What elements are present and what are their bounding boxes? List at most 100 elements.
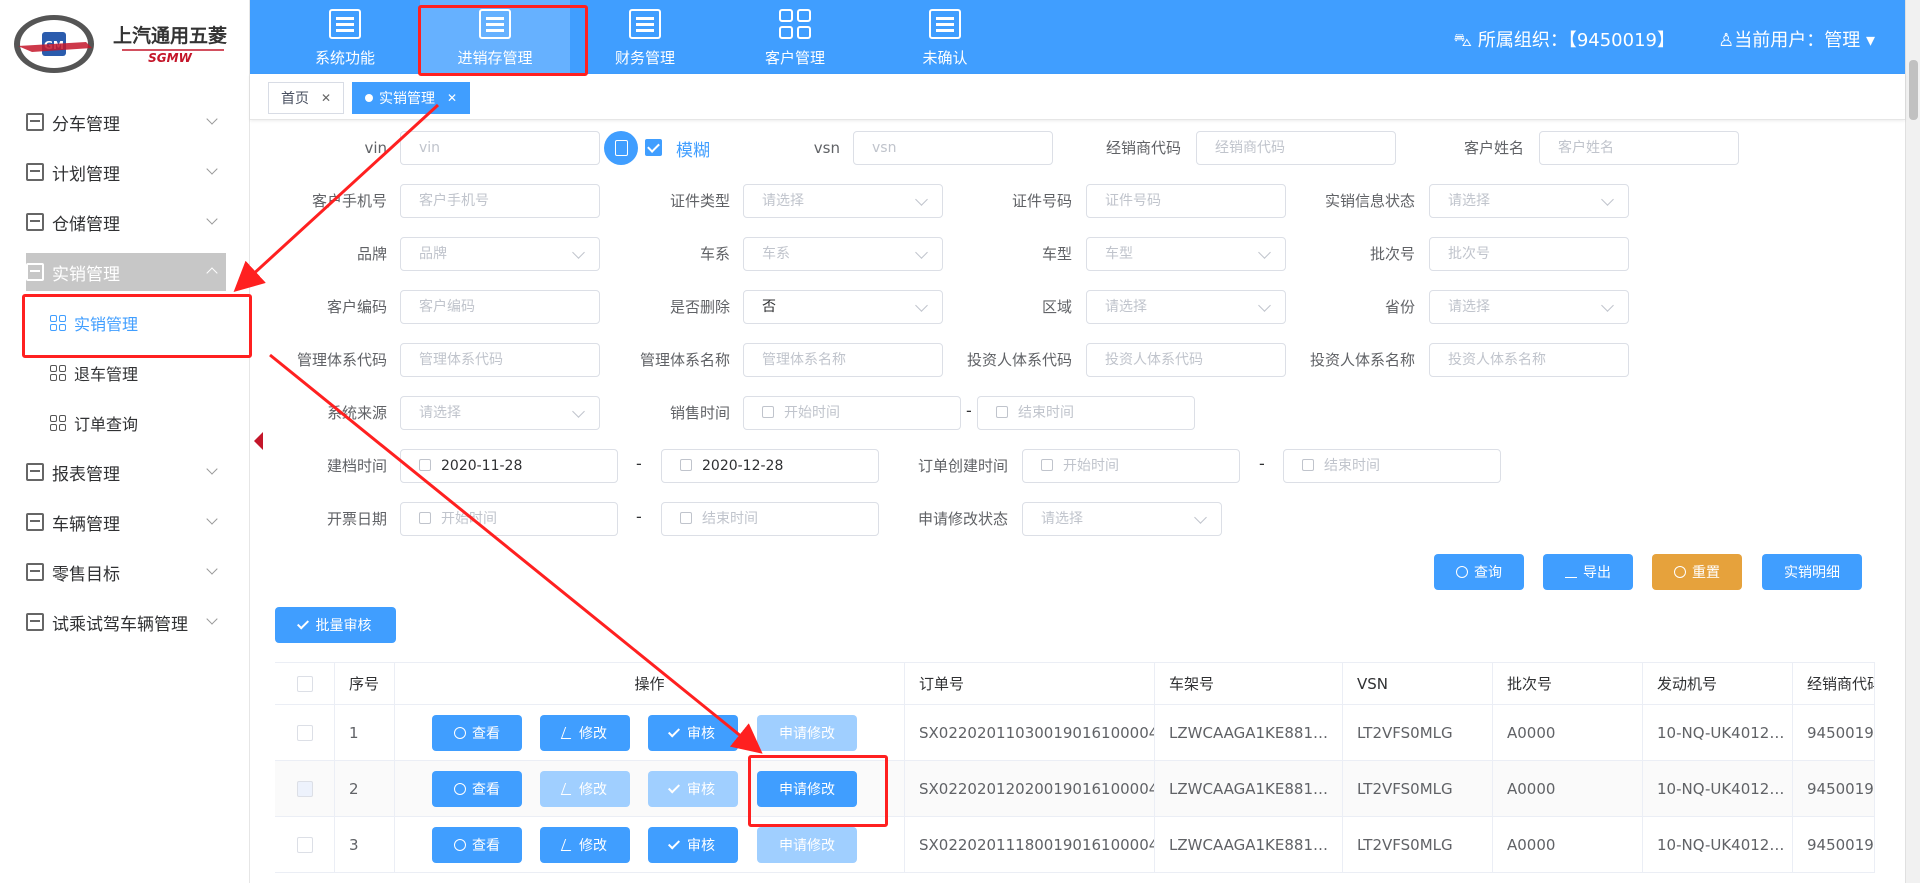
view-button[interactable]: 查看	[432, 771, 522, 807]
tab-customer[interactable]: 客户管理	[720, 0, 870, 74]
model-select[interactable]: 车型	[1086, 237, 1286, 271]
menu-label: 车辆管理	[52, 514, 120, 535]
menu-item-storage[interactable]: 仓储管理	[26, 203, 226, 241]
investor-code-input[interactable]: 投资人体系代码	[1086, 343, 1286, 377]
row-checkbox[interactable]	[296, 836, 313, 853]
audit-button[interactable]: 审核	[648, 827, 738, 863]
region-label: 区域	[1041, 298, 1072, 316]
menu-item-sales[interactable]: 实销管理	[26, 253, 226, 291]
order-time-start[interactable]: 开始时间	[1022, 449, 1240, 483]
vin-input[interactable]: vin	[400, 131, 600, 165]
row-checkbox[interactable]	[296, 724, 313, 741]
series-label: 车系	[699, 245, 730, 263]
series-select[interactable]: 车系	[743, 237, 943, 271]
vertical-scrollbar[interactable]	[1905, 0, 1920, 883]
vsn-input[interactable]: vsn	[853, 131, 1053, 165]
chevron-down-icon	[1194, 511, 1207, 524]
reset-button[interactable]: 重置	[1652, 554, 1742, 590]
header-vsn: VSN	[1343, 663, 1493, 704]
sale-time-end[interactable]: 结束时间	[977, 396, 1195, 430]
cell-batch: A0000	[1493, 761, 1643, 816]
create-time-end[interactable]: 2020-12-28	[661, 449, 879, 483]
tab-finance[interactable]: 财务管理	[570, 0, 720, 74]
tab-system[interactable]: 系统功能	[270, 0, 420, 74]
customer-phone-input[interactable]: 客户手机号	[400, 184, 600, 218]
page-tab-sales[interactable]: 实销管理 ✕	[352, 82, 471, 114]
edit-button[interactable]: 修改	[540, 771, 630, 807]
mgmt-name-input[interactable]: 管理体系名称	[743, 343, 943, 377]
menu-label: 报表管理	[52, 464, 120, 485]
search-icon	[454, 783, 466, 795]
menu-item-vehicle[interactable]: 车辆管理	[26, 503, 226, 541]
customer-name-label: 客户姓名	[1463, 139, 1524, 157]
id-number-input[interactable]: 证件号码	[1086, 184, 1286, 218]
select-all-checkbox[interactable]	[296, 675, 313, 692]
view-button[interactable]: 查看	[432, 715, 522, 751]
dealer-code-input[interactable]: 经销商代码	[1196, 131, 1396, 165]
brand-select[interactable]: 品牌	[400, 237, 600, 271]
close-icon[interactable]: ✕	[321, 91, 331, 105]
menu-item-report[interactable]: 报表管理	[26, 453, 226, 491]
menu-item-retail-target[interactable]: 零售目标	[26, 553, 226, 591]
collapse-sidebar-handle[interactable]	[254, 432, 263, 450]
cell-order-no: SX02202011180019016100004	[905, 817, 1155, 872]
button-label: 修改	[579, 838, 607, 854]
region-select[interactable]: 请选择	[1086, 290, 1286, 324]
batch-input[interactable]: 批次号	[1429, 237, 1629, 271]
audit-button[interactable]: 审核	[648, 771, 738, 807]
calendar-icon	[419, 512, 431, 524]
page-tab-home[interactable]: 首页 ✕	[268, 82, 345, 114]
user-menu[interactable]: ♙当前用户：管理 ▾	[1718, 26, 1875, 52]
button-label: 查看	[472, 782, 500, 798]
create-time-start[interactable]: 2020-11-28	[400, 449, 618, 483]
sale-status-select[interactable]: 请选择	[1429, 184, 1629, 218]
province-select[interactable]: 请选择	[1429, 290, 1629, 324]
source-select[interactable]: 请选择	[400, 396, 600, 430]
calendar-icon	[680, 512, 692, 524]
invoice-date-start[interactable]: 开始时间	[400, 502, 618, 536]
table-icon	[26, 563, 44, 581]
submenu-item-orders[interactable]: 订单查询	[50, 405, 240, 441]
tab-unconfirmed[interactable]: 未确认	[870, 0, 1020, 74]
request-modify-button[interactable]: 申请修改	[757, 827, 857, 863]
request-modify-button[interactable]: 申请修改	[757, 715, 857, 751]
submenu-item-return[interactable]: 退车管理	[50, 355, 240, 391]
model-label: 车型	[1041, 245, 1072, 263]
chevron-down-icon	[206, 563, 218, 575]
menu-item-fenche[interactable]: 分车管理	[26, 103, 226, 141]
menu-item-test-drive[interactable]: 试乘试驾车辆管理	[26, 603, 226, 641]
query-button[interactable]: 查询	[1434, 554, 1524, 590]
edit-button[interactable]: 修改	[540, 827, 630, 863]
sale-time-start[interactable]: 开始时间	[743, 396, 961, 430]
investor-name-input[interactable]: 投资人体系名称	[1429, 343, 1629, 377]
search-icon	[454, 839, 466, 851]
cell-order-no: SX02202012020019016100004	[905, 761, 1155, 816]
order-time-end[interactable]: 结束时间	[1283, 449, 1501, 483]
mgmt-code-input[interactable]: 管理体系代码	[400, 343, 600, 377]
export-button[interactable]: 导出	[1543, 554, 1633, 590]
audit-button[interactable]: 审核	[648, 715, 738, 751]
id-type-select[interactable]: 请选择	[743, 184, 943, 218]
customer-code-input[interactable]: 客户编码	[400, 290, 600, 324]
menu-label: 试乘试驾车辆管理	[52, 614, 188, 635]
select-placeholder: 车系	[762, 246, 790, 262]
caret-down-icon: ▾	[1860, 30, 1875, 51]
menu-item-plan[interactable]: 计划管理	[26, 153, 226, 191]
chevron-down-icon	[206, 163, 218, 175]
invoice-date-end[interactable]: 结束时间	[661, 502, 879, 536]
modify-status-select[interactable]: 请选择	[1022, 502, 1222, 536]
select-placeholder: 品牌	[419, 246, 447, 262]
sales-detail-button[interactable]: 实销明细	[1762, 554, 1862, 590]
deleted-select[interactable]: 否	[743, 290, 943, 324]
cell-engine: 10-NQ-UK4012…	[1643, 761, 1793, 816]
close-icon[interactable]: ✕	[447, 91, 457, 105]
scrollbar-thumb[interactable]	[1909, 60, 1918, 120]
fuzzy-checkbox[interactable]	[645, 139, 662, 156]
button-label: 导出	[1583, 565, 1611, 581]
vin-file-button[interactable]	[604, 131, 638, 165]
view-button[interactable]: 查看	[432, 827, 522, 863]
row-checkbox[interactable]	[296, 780, 313, 797]
customer-name-input[interactable]: 客户姓名	[1539, 131, 1739, 165]
edit-button[interactable]: 修改	[540, 715, 630, 751]
batch-audit-button[interactable]: 批量审核	[275, 607, 396, 643]
